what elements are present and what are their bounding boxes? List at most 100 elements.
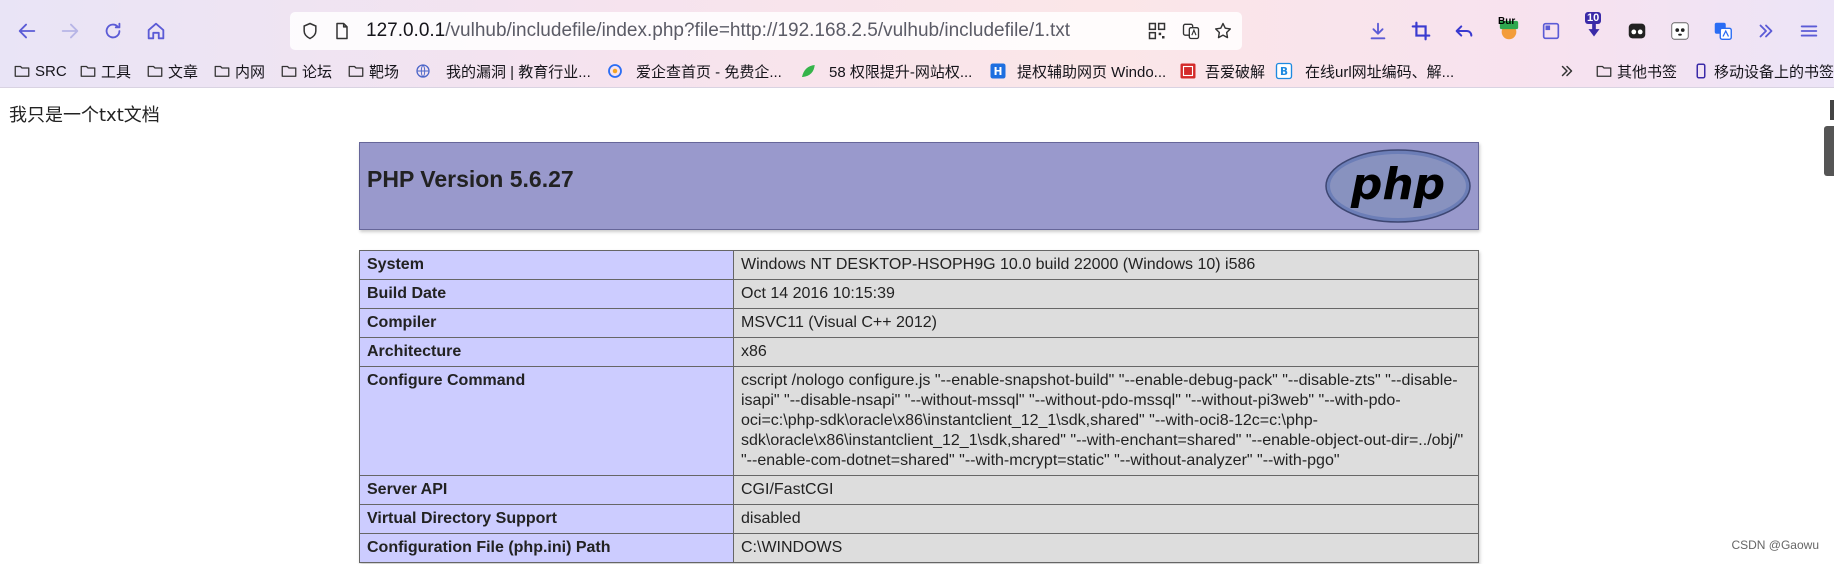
url-text[interactable]: 127.0.0.1/vulhub/includefile/index.php?f… [366, 20, 1070, 42]
menu-button[interactable] [1792, 14, 1826, 48]
svg-text:B: B [1280, 66, 1288, 78]
bookmark-label: 提权辅助网页 Windo... [1017, 63, 1167, 81]
row-key: Server API [359, 475, 734, 505]
bookmark-folder-tools[interactable]: 工具 [79, 58, 131, 84]
aiqicha-icon [606, 62, 624, 80]
row-key: Configure Command [359, 366, 734, 476]
bookmark-label: SRC [35, 62, 67, 80]
row-value: cscript /nologo configure.js "--enable-s… [733, 366, 1479, 476]
home-icon [147, 22, 165, 40]
folder-icon [280, 62, 298, 80]
downloads-button[interactable] [1361, 14, 1395, 48]
bookmark-folder-range[interactable]: 靶场 [347, 58, 399, 84]
table-row: Configure Command cscript /nologo config… [359, 366, 1479, 476]
bookmark-folder-forum[interactable]: 论坛 [280, 58, 332, 84]
shield-icon[interactable] [298, 19, 322, 43]
glasses-icon [1628, 23, 1646, 39]
sidebar-icon [1542, 22, 1560, 40]
php-logo[interactable]: php [1324, 148, 1472, 224]
double-chevron-right-icon [1558, 62, 1576, 80]
page-icon[interactable] [330, 19, 354, 43]
translate-icon[interactable] [1179, 19, 1203, 43]
bookmark-folder-articles[interactable]: 文章 [146, 58, 198, 84]
leaf-icon [799, 62, 817, 80]
undo-icon [1455, 25, 1473, 37]
b-icon: B [1275, 62, 1293, 80]
mobile-device-icon [1692, 62, 1710, 80]
double-chevron-right-icon [1759, 24, 1773, 38]
row-value: MSVC11 (Visual C++ 2012) [733, 308, 1479, 338]
navigation-toolbar: 127.0.0.1/vulhub/includefile/index.php?f… [0, 10, 1834, 52]
bookmark-label: 靶场 [369, 63, 400, 81]
table-row: Compiler MSVC11 (Visual C++ 2012) [359, 308, 1479, 338]
overflow-extensions-button[interactable] [1749, 14, 1783, 48]
bookmark-label: 我的漏洞 | 教育行业... [446, 63, 591, 81]
qr-code-icon[interactable] [1145, 19, 1169, 43]
url-host: 127.0.0.1 [366, 20, 446, 41]
bookmark-privilege-escalation[interactable]: 58 权限提升-网站权... [799, 58, 972, 84]
burp-extension-button[interactable]: Bur [1492, 14, 1526, 48]
bookmark-windows-exploit[interactable]: H 提权辅助网页 Windo... [989, 58, 1166, 84]
burp-badge: Bur [1498, 16, 1516, 27]
home-button[interactable] [139, 14, 173, 48]
row-value: Oct 14 2016 10:15:39 [733, 279, 1479, 309]
bookmark-label: 论坛 [302, 63, 333, 81]
undo-button[interactable] [1447, 14, 1481, 48]
row-value: CGI/FastCGI [733, 475, 1479, 505]
scrollbar-indicator[interactable] [1830, 100, 1834, 120]
row-value: x86 [733, 337, 1479, 367]
bookmark-label: 工具 [101, 63, 132, 81]
table-row: Architecture x86 [359, 337, 1479, 367]
back-arrow-icon [18, 23, 36, 39]
row-key: System [359, 250, 734, 280]
svg-text:H: H [994, 66, 1003, 78]
bookmark-url-encoder[interactable]: B 在线url网址编码、解... [1275, 58, 1454, 84]
h-icon: H [989, 62, 1007, 80]
php-info-table: System Windows NT DESKTOP-HSOPH9G 10.0 b… [359, 250, 1479, 563]
bookmark-folder-intranet[interactable]: 内网 [213, 58, 265, 84]
row-key: Architecture [359, 337, 734, 367]
bookmarks-overflow-button[interactable] [1558, 58, 1580, 84]
bookmark-star-icon[interactable] [1211, 19, 1235, 43]
included-file-text: 我只是一个txt文档 [9, 105, 160, 126]
translate-extension-button[interactable] [1706, 14, 1740, 48]
side-panel-tab[interactable] [1824, 126, 1834, 176]
table-row: Server API CGI/FastCGI [359, 475, 1479, 505]
bookmark-label: 在线url网址编码、解... [1305, 63, 1455, 81]
bookmark-label: 其他书签 [1617, 63, 1678, 81]
table-row: Virtual Directory Support disabled [359, 504, 1479, 534]
sidebar-button[interactable] [1534, 14, 1568, 48]
mobile-bookmarks-folder[interactable]: 移动设备上的书签 [1692, 58, 1834, 84]
downloads-badge: 10 [1585, 12, 1602, 24]
bookmark-label: 58 权限提升-网站权... [829, 63, 973, 81]
bookmark-label: 文章 [168, 63, 199, 81]
bookmarks-bar: SRC 工具 文章 内网 论坛 靶场 我的漏洞 | 教育行业... 爱企查首页 [0, 56, 1834, 86]
row-value: disabled [733, 504, 1479, 534]
reload-button[interactable] [96, 14, 130, 48]
php-version-title: PHP Version 5.6.27 [367, 166, 574, 192]
svg-text:php: php [1350, 159, 1445, 210]
php-info-header: PHP Version 5.6.27 php [359, 142, 1479, 230]
table-row: Build Date Oct 14 2016 10:15:39 [359, 279, 1479, 309]
crop-icon [1411, 21, 1431, 41]
crop-button[interactable] [1404, 14, 1438, 48]
hamburger-menu-icon [1800, 25, 1818, 37]
csdn-watermark: CSDN @Gaowu [1731, 538, 1819, 552]
bookmark-52pojie[interactable]: 吾爱破解 [1179, 58, 1265, 84]
bookmark-my-vulns[interactable]: 我的漏洞 | 教育行业... [414, 58, 591, 84]
row-value: Windows NT DESKTOP-HSOPH9G 10.0 build 22… [733, 250, 1479, 280]
translate-extension-icon [1714, 22, 1732, 40]
other-bookmarks-folder[interactable]: 其他书签 [1595, 58, 1677, 84]
back-button[interactable] [10, 14, 44, 48]
bookmark-folder-src[interactable]: SRC [13, 58, 67, 84]
forward-button[interactable] [53, 14, 87, 48]
folder-icon [79, 62, 97, 80]
folder-icon [213, 62, 231, 80]
address-bar[interactable]: 127.0.0.1/vulhub/includefile/index.php?f… [290, 12, 1242, 50]
bookmark-aiqicha[interactable]: 爱企查首页 - 免费企... [606, 58, 782, 84]
folder-icon [146, 62, 164, 80]
row-key: Compiler [359, 308, 734, 338]
glasses-extension-button[interactable] [1620, 14, 1654, 48]
downloads-badge-button[interactable]: 10 [1577, 12, 1611, 48]
panda-extension-button[interactable] [1663, 14, 1697, 48]
